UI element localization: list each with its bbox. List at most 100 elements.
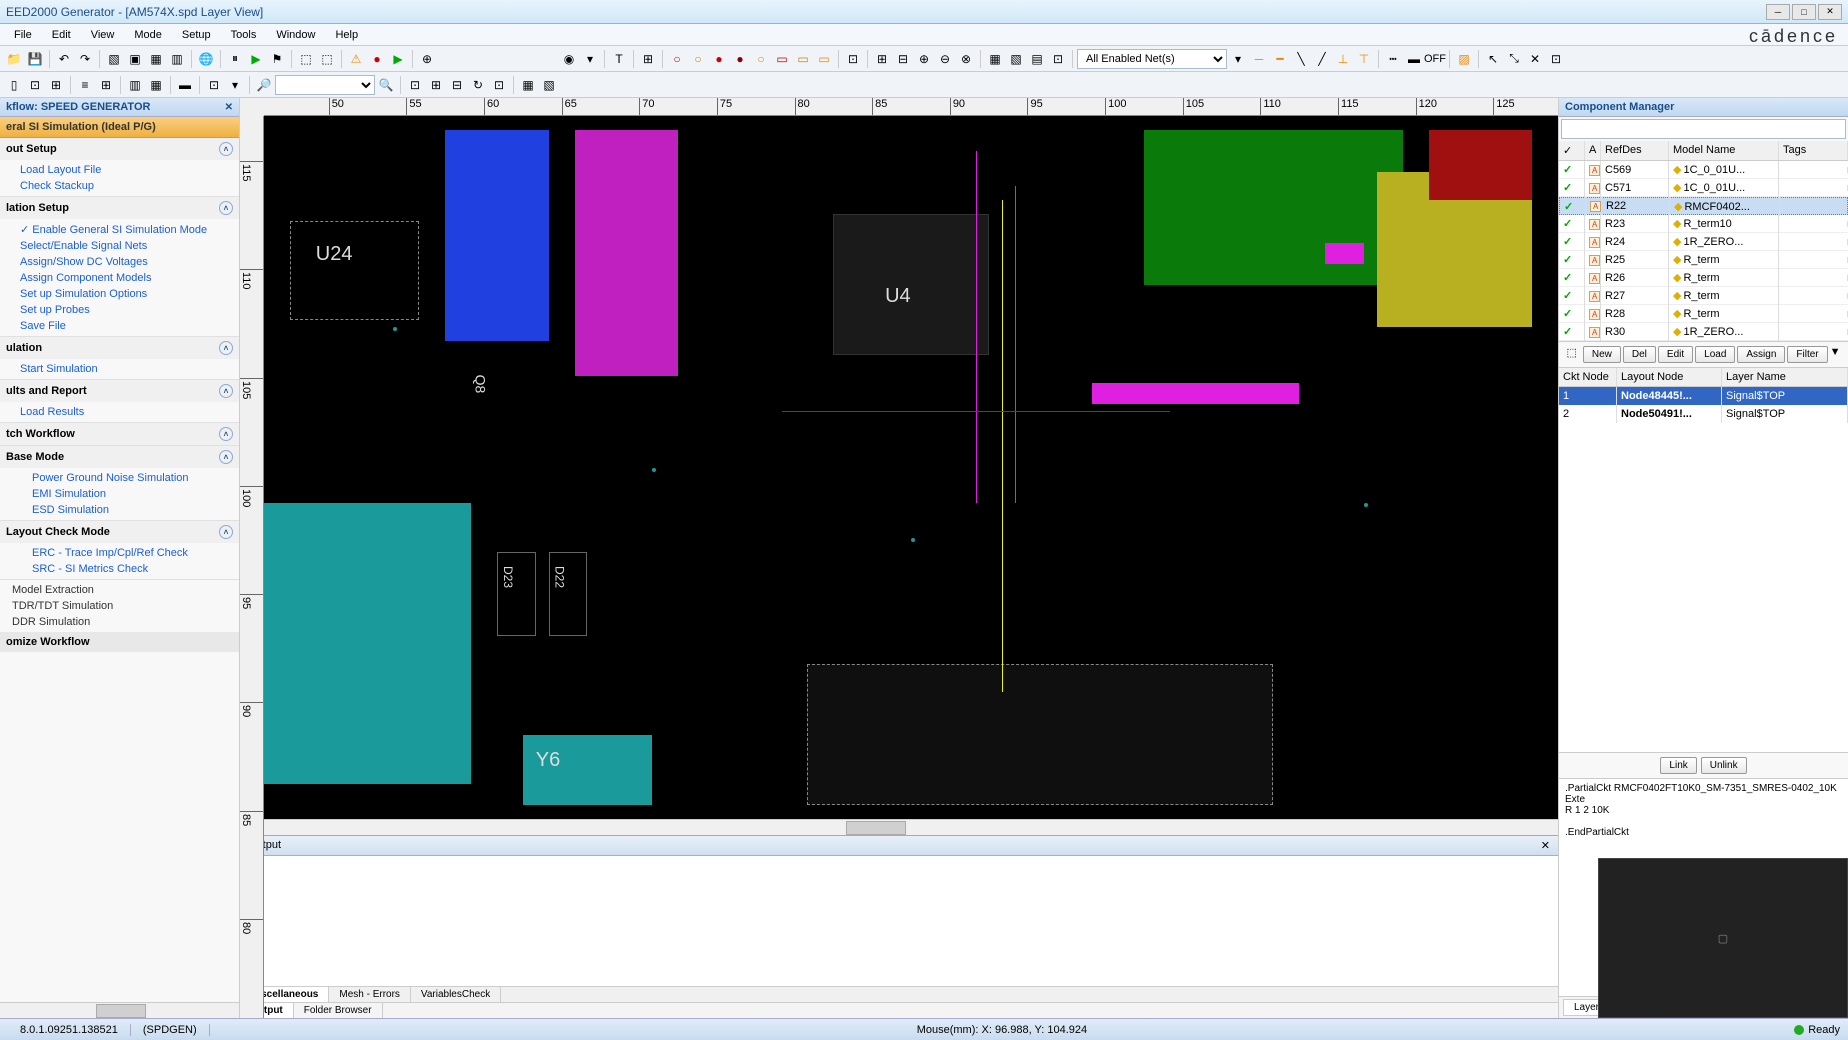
menu-file[interactable]: File <box>4 27 42 43</box>
circle-icon[interactable]: ● <box>709 49 729 69</box>
tool-icon[interactable]: ⊞ <box>96 75 116 95</box>
collapse-icon[interactable]: ˄ <box>219 142 233 156</box>
tool-icon[interactable]: ⊖ <box>935 49 955 69</box>
component-row[interactable]: ✓AR30◆1R_ZERO... <box>1559 323 1848 341</box>
play-icon[interactable]: ▶ <box>246 49 266 69</box>
tool-icon[interactable]: ⊞ <box>872 49 892 69</box>
tool-icon[interactable]: ⊟ <box>893 49 913 69</box>
save-file[interactable]: Save File <box>0 318 239 334</box>
tool-icon[interactable]: ▬ <box>1404 49 1424 69</box>
grid-icon[interactable]: ⊞ <box>638 49 658 69</box>
menu-edit[interactable]: Edit <box>42 27 81 43</box>
tool-icon[interactable]: ▤ <box>1027 49 1047 69</box>
menu-help[interactable]: Help <box>325 27 368 43</box>
src-check[interactable]: SRC - SI Metrics Check <box>0 561 239 577</box>
load-layout-file[interactable]: Load Layout File <box>0 162 239 178</box>
component-row[interactable]: ✓AR26◆R_term <box>1559 269 1848 287</box>
tool-icon[interactable]: ┅ <box>1383 49 1403 69</box>
line-icon[interactable]: ━ <box>1270 49 1290 69</box>
tool-icon[interactable]: ⊗ <box>956 49 976 69</box>
section-results[interactable]: ults and Report ˄ <box>0 380 239 402</box>
component-row[interactable]: ✓AC569◆1C_0_01U... <box>1559 161 1848 179</box>
col-ckt-node[interactable]: Ckt Node <box>1559 368 1617 386</box>
collapse-icon[interactable]: ˄ <box>219 201 233 215</box>
tdr-simulation[interactable]: TDR/TDT Simulation <box>0 598 239 614</box>
tool-icon[interactable]: ⊡ <box>405 75 425 95</box>
enable-si-mode[interactable]: Enable General SI Simulation Mode <box>0 221 239 238</box>
warning-icon[interactable]: ⚠ <box>346 49 366 69</box>
new-button[interactable]: New <box>1583 346 1621 363</box>
pause-icon[interactable]: ⏸ <box>225 49 245 69</box>
tool-icon[interactable]: ⊟ <box>447 75 467 95</box>
node-row[interactable]: 1Node48445!...Signal$TOP <box>1559 387 1848 405</box>
setup-probes[interactable]: Set up Probes <box>0 302 239 318</box>
setup-simulation-options[interactable]: Set up Simulation Options <box>0 286 239 302</box>
component-row[interactable]: ✓AR22◆RMCF0402... <box>1559 197 1848 215</box>
save-icon[interactable]: 💾 <box>25 49 45 69</box>
redo-icon[interactable]: ↷ <box>75 49 95 69</box>
assign-component-models[interactable]: Assign Component Models <box>0 270 239 286</box>
tool-icon[interactable]: ▯ <box>4 75 24 95</box>
box-icon[interactable]: ▭ <box>772 49 792 69</box>
unlink-button[interactable]: Unlink <box>1701 757 1747 774</box>
component-row[interactable]: ✓AR27◆R_term <box>1559 287 1848 305</box>
tool-icon[interactable]: ▥ <box>167 49 187 69</box>
edit-button[interactable]: Edit <box>1658 346 1693 363</box>
filter-button[interactable]: Filter <box>1787 346 1827 363</box>
assign-dc-voltages[interactable]: Assign/Show DC Voltages <box>0 254 239 270</box>
pcb-canvas[interactable]: U24 U4 Y6 D23 D22 Q8 <box>264 116 1558 819</box>
tool-icon[interactable]: ⊡ <box>25 75 45 95</box>
off-icon[interactable]: OFF <box>1425 49 1445 69</box>
menu-window[interactable]: Window <box>266 27 325 43</box>
component-search-input[interactable] <box>1561 119 1846 139</box>
tool-icon[interactable]: ↻ <box>468 75 488 95</box>
tool-icon[interactable]: ◉ <box>559 49 579 69</box>
collapse-icon[interactable]: ˄ <box>219 427 233 441</box>
circle-icon[interactable]: ○ <box>667 49 687 69</box>
tool-icon[interactable]: ⊡ <box>1546 49 1566 69</box>
circle-icon[interactable]: ● <box>730 49 750 69</box>
link-button[interactable]: Link <box>1660 757 1696 774</box>
tool-icon[interactable]: ⊥ <box>1333 49 1353 69</box>
dropdown-icon[interactable]: ▾ <box>580 49 600 69</box>
tool-icon[interactable]: ⊡ <box>489 75 509 95</box>
node-list[interactable]: 1Node48445!...Signal$TOP2Node50491!...Si… <box>1559 387 1848 752</box>
tab-mesh-errors[interactable]: Mesh - Errors <box>329 987 411 1002</box>
circle-icon[interactable]: ○ <box>751 49 771 69</box>
customize-workflow[interactable]: omize Workflow <box>0 632 239 652</box>
close-icon[interactable]: ✕ <box>1541 839 1550 852</box>
delete-icon[interactable]: ✕ <box>1525 49 1545 69</box>
collapse-icon[interactable]: ˄ <box>219 450 233 464</box>
tool-icon[interactable]: ⊡ <box>204 75 224 95</box>
erc-check[interactable]: ERC - Trace Imp/Cpl/Ref Check <box>0 545 239 561</box>
box-icon[interactable]: ▭ <box>814 49 834 69</box>
component-list[interactable]: ✓AC569◆1C_0_01U...✓AC571◆1C_0_01U...✓AR2… <box>1559 161 1848 341</box>
undo-icon[interactable]: ↶ <box>54 49 74 69</box>
tool-icon[interactable]: ▧ <box>104 49 124 69</box>
tool-icon[interactable]: ▨ <box>1454 49 1474 69</box>
canvas-scrollbar[interactable] <box>264 819 1558 835</box>
globe-icon[interactable]: 🌐 <box>196 49 216 69</box>
component-row[interactable]: ✓AR25◆R_term <box>1559 251 1848 269</box>
component-row[interactable]: ✓AR24◆1R_ZERO... <box>1559 233 1848 251</box>
search-icon[interactable]: 🔍 <box>376 75 396 95</box>
collapse-icon[interactable]: ˄ <box>219 384 233 398</box>
menu-view[interactable]: View <box>81 27 125 43</box>
start-simulation[interactable]: Start Simulation <box>0 361 239 377</box>
find-icon[interactable]: 🔎 <box>254 75 274 95</box>
tool-icon[interactable]: ⬚ <box>296 49 316 69</box>
tool-icon[interactable]: ≡ <box>75 75 95 95</box>
col-a[interactable]: A <box>1585 141 1601 160</box>
section-layout-check[interactable]: Layout Check Mode ˄ <box>0 521 239 543</box>
col-model[interactable]: Model Name <box>1669 141 1779 160</box>
col-tags[interactable]: Tags <box>1779 141 1848 160</box>
tool-icon[interactable]: ▣ <box>125 49 145 69</box>
load-button[interactable]: Load <box>1695 346 1735 363</box>
tool-icon[interactable]: ⊞ <box>426 75 446 95</box>
box-icon[interactable]: ▭ <box>793 49 813 69</box>
node-row[interactable]: 2Node50491!...Signal$TOP <box>1559 405 1848 423</box>
section-base-mode[interactable]: Base Mode ˄ <box>0 446 239 468</box>
open-icon[interactable]: 📁 <box>4 49 24 69</box>
line-icon[interactable]: ─ <box>1249 49 1269 69</box>
tool-icon[interactable]: ⊕ <box>417 49 437 69</box>
